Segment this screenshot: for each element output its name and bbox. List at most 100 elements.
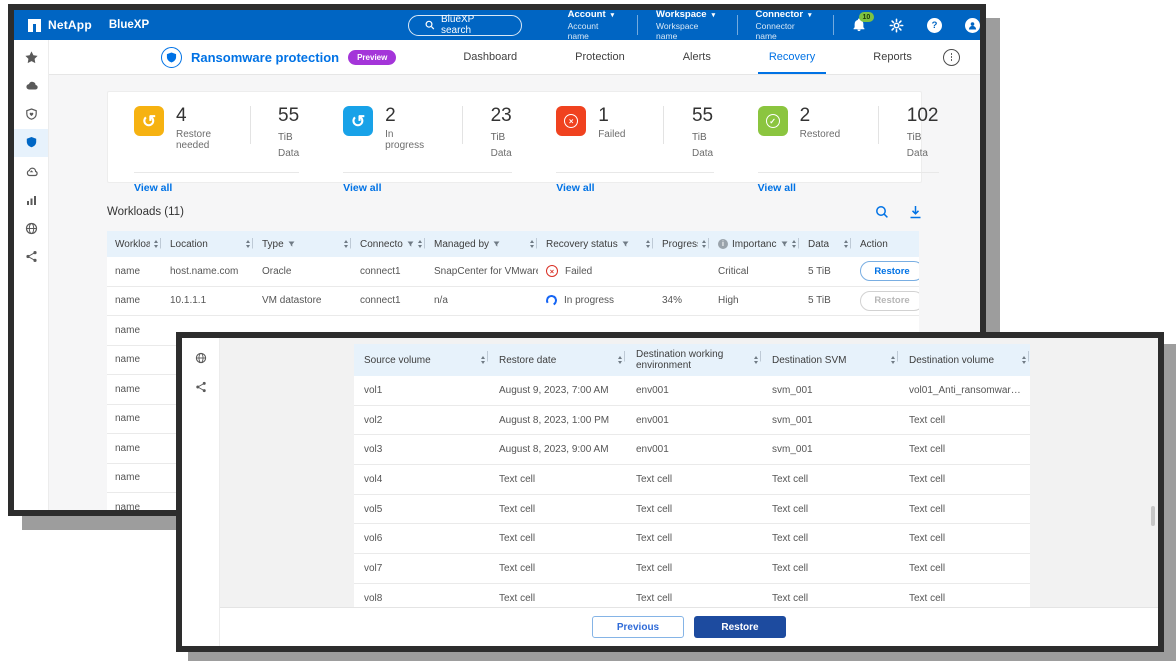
table-cell: name <box>107 434 162 464</box>
filter-icon[interactable] <box>622 241 629 248</box>
table-search-icon[interactable] <box>875 205 889 219</box>
tab-recovery[interactable]: Recovery <box>740 40 844 74</box>
account-menu[interactable]: Account▾ Account name <box>550 9 637 41</box>
table-cell: n/a <box>426 286 538 316</box>
summary-card-top: ×1Failed55 TiBData <box>556 106 713 159</box>
notifications-bell-icon[interactable]: 10 <box>852 18 866 32</box>
table-cell: vol1 <box>354 376 489 405</box>
table-cell: vol01_Anti_ransomware_backup... <box>899 376 1030 405</box>
sort-icon[interactable] <box>481 356 485 364</box>
card-data: 102 TiBData <box>907 106 939 159</box>
table-cell: August 8, 2023, 1:00 PM <box>489 405 626 435</box>
table-cell: Text cell <box>762 554 899 584</box>
divider <box>833 15 834 35</box>
tab-dashboard[interactable]: Dashboard <box>434 40 546 74</box>
table-cell: Text cell <box>762 494 899 524</box>
card-data: 55 TiBData <box>278 106 299 159</box>
bluexp-search[interactable]: BlueXP search <box>408 15 521 36</box>
info-icon[interactable]: i <box>718 239 728 249</box>
view-all-link[interactable]: View all <box>343 182 381 194</box>
filter-icon[interactable] <box>781 241 788 248</box>
sort-icon[interactable] <box>344 240 348 248</box>
table-cell: vol4 <box>354 465 489 495</box>
tab-protection[interactable]: Protection <box>546 40 654 74</box>
table-cell: Text cell <box>899 494 1030 524</box>
restore-clock-icon: ↺ <box>134 106 164 136</box>
user-account-icon[interactable] <box>965 18 980 33</box>
sort-icon[interactable] <box>754 356 758 364</box>
dialog-sidebar-item-share[interactable] <box>182 373 219 402</box>
sort-icon[interactable] <box>646 240 650 248</box>
summary-cards: ↺4Restore needed55 TiBDataView all↺2In p… <box>107 91 922 183</box>
view-all-link[interactable]: View all <box>758 182 796 194</box>
download-icon[interactable] <box>909 205 922 219</box>
connector-name: Connector name <box>756 21 816 41</box>
settings-gear-icon[interactable] <box>889 18 904 33</box>
column-header: Workload| <box>107 231 162 257</box>
table-cell: env001 <box>626 405 762 435</box>
column-header: Managed by| <box>426 231 538 257</box>
sort-icon[interactable] <box>418 240 422 248</box>
sidebar-item-cloud-restore[interactable] <box>14 157 48 186</box>
restore-button[interactable]: Restore <box>694 616 786 638</box>
table-cell: name <box>107 463 162 493</box>
sort-icon[interactable] <box>1022 356 1026 364</box>
workspace-menu[interactable]: Workspace▾ Workspace name <box>638 9 737 41</box>
sort-icon[interactable] <box>702 240 706 248</box>
filter-icon[interactable] <box>288 241 295 248</box>
sidebar-item-health-shield[interactable] <box>14 100 48 129</box>
table-row: namehost.name.comOracleconnect1SnapCente… <box>107 257 919 286</box>
more-options-icon[interactable] <box>943 49 960 66</box>
table-cell: svm_001 <box>762 376 899 405</box>
notification-badge: 10 <box>859 12 874 22</box>
help-icon[interactable]: ? <box>927 18 942 33</box>
chevron-down-icon: ▾ <box>712 11 716 19</box>
table-cell: svm_001 <box>762 435 899 465</box>
table-cell: name <box>107 493 162 511</box>
sort-icon[interactable] <box>792 240 796 248</box>
sort-icon[interactable] <box>246 240 250 248</box>
scrollbar-thumb[interactable] <box>1151 506 1155 526</box>
app-header-bar: Ransomware protection Preview DashboardP… <box>49 40 980 75</box>
table-cell: vol3 <box>354 435 489 465</box>
status-text: Failed <box>565 266 592 277</box>
cloud-restore-icon <box>25 165 38 178</box>
row-restore-button[interactable]: Restore <box>860 261 919 281</box>
table-cell: Text cell <box>489 554 626 584</box>
sidebar-item-bar-chart[interactable] <box>14 186 48 215</box>
table-row: vol5Text cellText cellText cellText cell <box>354 494 1030 524</box>
sidebar-item-cloud[interactable] <box>14 72 48 101</box>
left-nav-sidebar <box>14 40 49 510</box>
sort-icon[interactable] <box>154 240 158 248</box>
card-label: Restore needed <box>176 129 212 151</box>
sidebar-item-protection-shield[interactable] <box>14 129 48 158</box>
table-row: vol6Text cellText cellText cellText cell <box>354 524 1030 554</box>
dialog-sidebar-item-globe[interactable] <box>182 344 219 373</box>
summary-card-top: ↺2In progress23 TiBData <box>343 106 512 159</box>
filter-icon[interactable] <box>407 241 414 248</box>
globe-icon <box>195 352 207 364</box>
sort-icon[interactable] <box>618 356 622 364</box>
filter-icon[interactable] <box>493 241 500 248</box>
view-all-link[interactable]: View all <box>556 182 594 194</box>
ransomware-protection-icon <box>161 47 182 68</box>
sort-icon[interactable] <box>891 356 895 364</box>
column-header: Type| <box>254 231 352 257</box>
previous-button[interactable]: Previous <box>592 616 684 638</box>
column-header: Data| <box>800 231 852 257</box>
sidebar-item-star[interactable] <box>14 43 48 72</box>
sidebar-item-share[interactable] <box>14 243 48 272</box>
table-cell: connect1 <box>352 286 426 316</box>
table-cell: name <box>107 375 162 405</box>
dialog-content: Source volume|Restore date|Destination w… <box>220 338 1158 646</box>
tab-alerts[interactable]: Alerts <box>654 40 740 74</box>
table-cell: vol2 <box>354 405 489 435</box>
sort-icon[interactable] <box>530 240 534 248</box>
sort-icon[interactable] <box>844 240 848 248</box>
column-header: Source volume| <box>354 344 489 376</box>
view-all-link[interactable]: View all <box>134 182 172 194</box>
sidebar-item-globe[interactable] <box>14 214 48 243</box>
connector-menu[interactable]: Connector▾ Connector name <box>738 9 834 41</box>
tab-reports[interactable]: Reports <box>844 40 941 74</box>
table-cell: Text cell <box>489 524 626 554</box>
